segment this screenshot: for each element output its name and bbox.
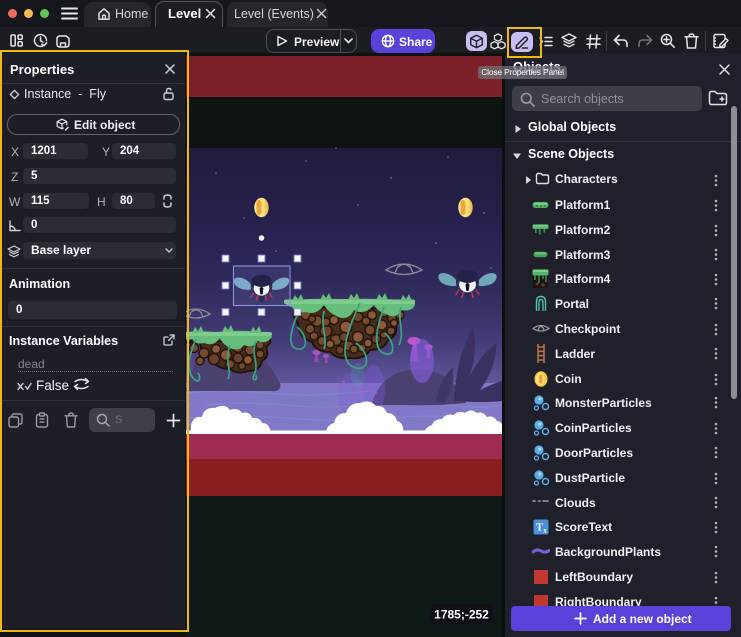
svg-text:x: x bbox=[543, 527, 547, 535]
svg-text:1785;-252: 1785;-252 bbox=[434, 608, 489, 622]
